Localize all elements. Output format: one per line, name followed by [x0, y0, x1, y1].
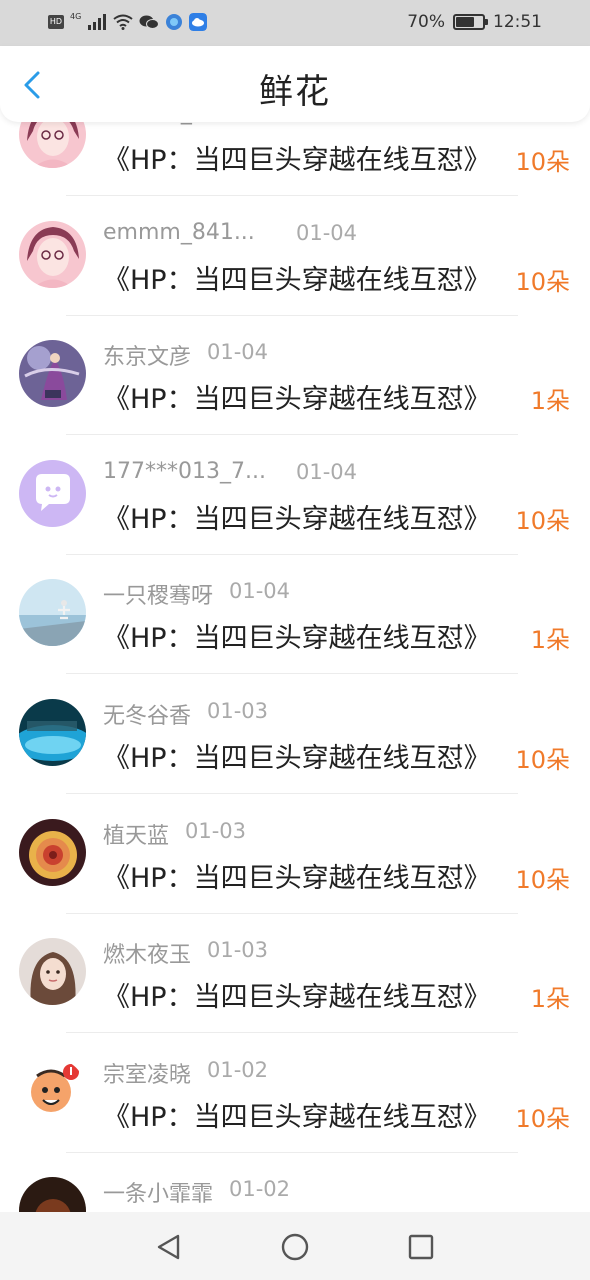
username[interactable]: 一只稷骞呀 — [103, 578, 213, 610]
avatar[interactable] — [19, 1057, 86, 1125]
anime-boy-avatar-image — [19, 116, 86, 168]
list-item[interactable]: 东京文彦 01-04 《HP：当四巨头穿越在线互怼》 1朵 — [0, 335, 590, 455]
book-title[interactable]: 《HP：当四巨头穿越在线互怼》 — [103, 975, 491, 1014]
avatar[interactable] — [19, 340, 86, 408]
home-circle-icon[interactable] — [280, 1232, 310, 1262]
flower-gift-list[interactable]: emmm_841...01-04《HP：当四巨头穿越在线互怼》10朵emmm_8… — [0, 116, 590, 1212]
username[interactable]: 植天蓝 — [103, 818, 169, 850]
flower-count: 10朵 — [515, 865, 570, 894]
anime-boy-avatar-image — [19, 220, 86, 288]
default-chat-avatar-image — [19, 459, 86, 527]
list-item[interactable]: 燃木夜玉 01-03 《HP：当四巨头穿越在线互怼》 1朵 — [0, 933, 590, 1053]
username[interactable]: emmm_841... — [103, 220, 255, 245]
status-icons-left: HD 4G — [48, 10, 208, 34]
gift-date: 01-04 — [296, 459, 358, 484]
book-title[interactable]: 《HP：当四巨头穿越在线互怼》 — [103, 856, 491, 895]
avatar[interactable] — [19, 938, 86, 1006]
avatar[interactable] — [19, 699, 86, 766]
row-divider — [66, 553, 518, 555]
list-item[interactable]: 植天蓝 01-03 《HP：当四巨头穿越在线互怼》 10朵 — [0, 814, 590, 934]
recents-square-icon[interactable] — [406, 1232, 436, 1262]
avatar[interactable] — [19, 459, 86, 527]
back-triangle-icon[interactable] — [154, 1232, 184, 1262]
row-divider — [66, 1151, 518, 1153]
status-icons-right: 70% 12:51 — [407, 10, 542, 34]
avatar[interactable] — [19, 220, 86, 288]
book-title[interactable]: 《HP：当四巨头穿越在线互怼》 — [103, 497, 491, 536]
flower-count: 10朵 — [515, 506, 570, 535]
fantasy-art-avatar-image — [19, 340, 86, 408]
list-item[interactable]: emmm_841...01-04《HP：当四巨头穿越在线互怼》10朵 — [0, 116, 590, 216]
book-title[interactable]: 《HP：当四巨头穿越在线互怼》 — [103, 1095, 491, 1134]
avatar[interactable] — [19, 579, 86, 647]
system-nav-bar — [0, 1212, 590, 1280]
cartoon-avatar-image — [19, 1057, 86, 1125]
gift-date: 01-03 — [207, 699, 269, 723]
dark-avatar-image — [19, 1177, 86, 1212]
book-title[interactable]: 《HP：当四巨头穿越在线互怼》 — [103, 377, 491, 416]
gift-date: 01-04 — [207, 340, 269, 365]
seaside-yoga-avatar-image — [19, 579, 86, 647]
username[interactable]: 东京文彦 — [103, 339, 191, 371]
signal-icon — [88, 14, 107, 30]
flower-count: 10朵 — [515, 746, 570, 774]
list-item[interactable]: 177***013_7... 01-04 《HP：当四巨头穿越在线互怼》 10朵 — [0, 455, 590, 575]
gift-date: 01-02 — [229, 1177, 291, 1202]
battery-percent: 70% — [407, 12, 445, 32]
header: 鲜花 — [0, 46, 590, 122]
list-item[interactable]: 宗室凌晓 01-02 《HP：当四巨头穿越在线互怼》 10朵 — [0, 1053, 590, 1173]
list-item[interactable]: emmm_841... 01-04 《HP：当四巨头穿越在线互怼》 10朵 — [0, 216, 590, 336]
username[interactable]: 无冬谷香 — [103, 698, 191, 730]
avatar[interactable] — [19, 818, 86, 886]
list-item[interactable]: 一条小霏霏 01-02 — [0, 1172, 590, 1212]
gift-date: 01-04 — [296, 220, 358, 245]
clock: 12:51 — [493, 12, 542, 32]
gift-date: 01-02 — [207, 1057, 269, 1082]
row-divider — [66, 314, 518, 316]
girl-photo-avatar-image — [19, 938, 86, 1006]
username[interactable]: 宗室凌晓 — [103, 1057, 191, 1089]
browser-icon — [166, 14, 183, 30]
row-divider — [66, 1032, 518, 1034]
wifi-icon — [113, 14, 133, 30]
book-title[interactable]: 《HP：当四巨头穿越在线互怼》 — [103, 616, 491, 655]
wechat-icon — [139, 15, 160, 29]
avatar[interactable] — [19, 116, 86, 168]
battery-level — [456, 17, 475, 27]
username[interactable]: 一条小霏霏 — [103, 1176, 213, 1208]
hd-icon: HD — [48, 15, 64, 29]
blue-water-avatar-image — [19, 699, 86, 766]
book-title[interactable]: 《HP：当四巨头穿越在线互怼》 — [103, 258, 491, 297]
flower-count: 10朵 — [515, 267, 570, 296]
row-divider — [66, 912, 518, 914]
username[interactable]: 177***013_7... — [103, 459, 266, 484]
gift-date: 01-04 — [229, 579, 291, 604]
list-item[interactable]: 一只稷骞呀 01-04 《HP：当四巨头穿越在线互怼》 1朵 — [0, 574, 590, 694]
book-title[interactable]: 《HP：当四巨头穿越在线互怼》 — [103, 138, 491, 177]
username[interactable]: 燃木夜玉 — [103, 937, 191, 969]
flower-count: 10朵 — [515, 1104, 570, 1133]
rose-flower-avatar-image — [19, 818, 86, 886]
gift-date: 01-03 — [207, 938, 269, 963]
row-divider — [66, 195, 518, 196]
row-divider — [66, 793, 518, 794]
cloud-app-icon — [189, 13, 208, 31]
avatar[interactable] — [19, 1177, 86, 1212]
page-title: 鲜花 — [259, 72, 331, 112]
flower-count: 10朵 — [515, 148, 570, 176]
flower-count: 1朵 — [530, 985, 570, 1014]
list-item[interactable]: 无冬谷香 01-03 《HP：当四巨头穿越在线互怼》 10朵 — [0, 694, 590, 814]
status-bar: HD 4G 70% 12:51 — [0, 0, 590, 46]
network-type-icon: 4G — [70, 12, 82, 21]
book-title[interactable]: 《HP：当四巨头穿越在线互怼》 — [103, 736, 491, 775]
flower-count: 1朵 — [530, 387, 570, 416]
flower-count: 1朵 — [530, 626, 570, 655]
gift-date: 01-03 — [185, 818, 247, 843]
row-divider — [66, 434, 518, 436]
battery-icon — [453, 14, 488, 30]
row-divider — [66, 673, 518, 675]
